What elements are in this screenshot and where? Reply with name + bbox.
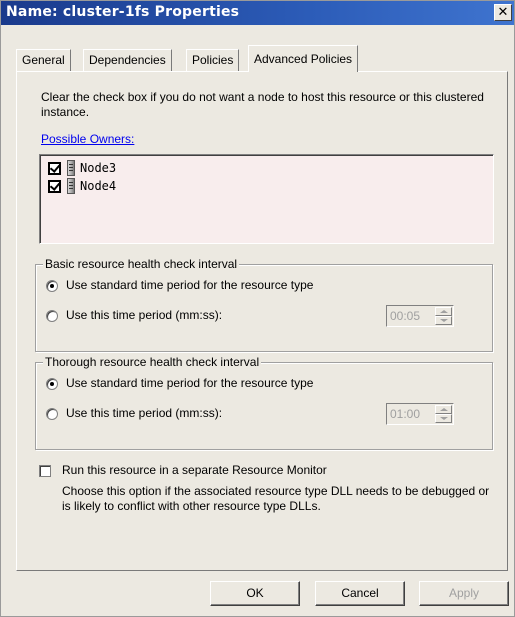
basic-health-check-legend: Basic resource health check interval [43,257,240,271]
spin-up-icon[interactable] [435,405,452,414]
intro-text: Clear the check box if you do not want a… [41,90,484,119]
advanced-policies-panel: Clear the check box if you do not want a… [16,71,508,571]
thorough-health-check-group: Thorough resource health check interval … [35,355,493,450]
tab-advanced-policies[interactable]: Advanced Policies [248,45,359,72]
cancel-button[interactable]: Cancel [315,581,405,606]
possible-owners-list[interactable]: Node3 Node4 [39,154,494,244]
tab-dependencies[interactable]: Dependencies [83,49,172,71]
owner-checkbox[interactable] [48,180,61,193]
tab-policies[interactable]: Policies [186,49,240,71]
apply-button[interactable]: Apply [419,581,509,606]
basic-time-stepper[interactable]: 00:05 [386,305,454,327]
thorough-custom-label[interactable]: Use this time period (mm:ss): [66,406,222,420]
separate-monitor-label[interactable]: Run this resource in a separate Resource… [62,463,327,477]
thorough-custom-radio[interactable] [46,408,58,420]
thorough-time-value: 01:00 [390,407,421,421]
owner-name: Node4 [80,179,117,193]
thorough-health-check-legend: Thorough resource health check interval [43,355,262,369]
thorough-standard-label[interactable]: Use standard time period for the resourc… [66,376,313,390]
title-bar[interactable]: Name: cluster-1fs Properties ✕ [1,1,514,25]
spin-down-icon[interactable] [435,414,452,423]
server-icon [67,160,75,176]
server-icon [67,178,75,194]
owner-name: Node3 [80,161,117,175]
basic-health-check-group: Basic resource health check interval Use… [35,257,493,352]
separate-monitor-checkbox[interactable] [39,465,51,477]
basic-custom-radio[interactable] [46,310,58,322]
owner-checkbox[interactable] [48,162,61,175]
thorough-standard-radio[interactable] [46,378,58,390]
window-title: Name: cluster-1fs Properties [6,4,240,20]
possible-owners-link[interactable]: Possible Owners: [41,132,134,146]
properties-dialog: Name: cluster-1fs Properties ✕ General D… [0,0,515,617]
basic-custom-label[interactable]: Use this time period (mm:ss): [66,308,222,322]
tab-general[interactable]: General [16,49,71,71]
separate-monitor-description: Choose this option if the associated res… [62,484,490,513]
basic-standard-label[interactable]: Use standard time period for the resourc… [66,278,313,292]
ok-button[interactable]: OK [210,581,300,606]
basic-standard-radio[interactable] [46,280,58,292]
spin-buttons [435,405,452,423]
thorough-time-stepper[interactable]: 01:00 [386,403,454,425]
spin-buttons [435,307,452,325]
spin-down-icon[interactable] [435,316,452,325]
close-button[interactable]: ✕ [494,4,512,21]
basic-time-value: 00:05 [390,309,421,323]
spin-up-icon[interactable] [435,307,452,316]
